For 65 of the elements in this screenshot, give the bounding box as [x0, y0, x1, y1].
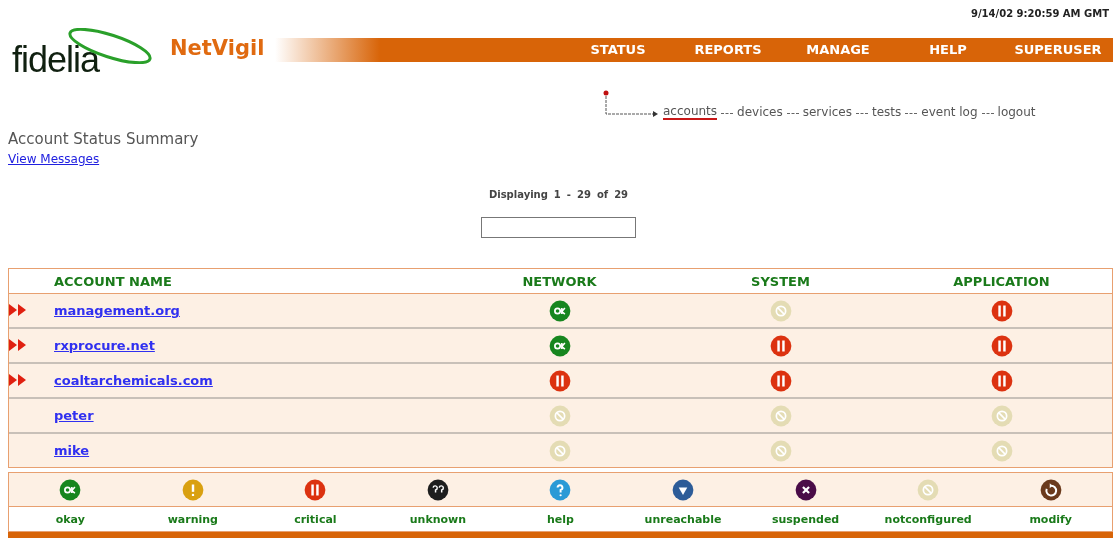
- pagination-to: 29: [577, 189, 591, 200]
- critical-status-icon: [769, 334, 792, 357]
- product-name: NetVigil: [170, 36, 266, 60]
- critical-status-icon: [990, 334, 1013, 357]
- pagination-separator: -: [566, 189, 571, 200]
- warning-status-icon: [181, 478, 204, 501]
- account-link[interactable]: mike: [54, 443, 90, 458]
- help-status-icon: [549, 478, 572, 501]
- nav-menu-item[interactable]: SUPERUSER: [1003, 38, 1113, 62]
- legend-label: suspended: [770, 512, 841, 526]
- view-messages-link[interactable]: View Messages: [8, 152, 100, 166]
- critical-status-icon: [548, 369, 571, 392]
- account-link[interactable]: management.org: [54, 303, 180, 318]
- breadcrumb-link[interactable]: tests: [872, 105, 902, 120]
- notconfigured-status-icon: [769, 439, 792, 462]
- unreachable-status-icon: [672, 478, 695, 501]
- modify-status-icon: [1039, 478, 1062, 501]
- column-header: NETWORK: [521, 273, 598, 289]
- notconfigured-status-icon: [917, 478, 940, 501]
- legend-label: help: [546, 512, 575, 526]
- critical-status-icon: [769, 369, 792, 392]
- pagination-label: Displaying: [488, 189, 548, 200]
- pagination-total: 29: [614, 189, 629, 200]
- okay-status-icon: [548, 334, 571, 357]
- critical-status-icon: [990, 299, 1013, 322]
- logo-wordmark: fidelia: [12, 42, 100, 78]
- breadcrumb-link[interactable]: devices: [737, 105, 783, 120]
- nav-menu-item[interactable]: STATUS: [563, 38, 673, 62]
- legend-label: modify: [1028, 512, 1074, 526]
- notconfigured-status-icon: [548, 404, 571, 427]
- account-link[interactable]: peter: [54, 408, 94, 423]
- notconfigured-status-icon: [990, 439, 1013, 462]
- column-header: ACCOUNT NAME: [54, 273, 173, 289]
- column-header: APPLICATION: [952, 273, 1051, 289]
- breadcrumb-link[interactable]: event log: [921, 105, 978, 120]
- account-link[interactable]: rxprocure.net: [54, 338, 155, 353]
- search-field[interactable]: [481, 217, 636, 238]
- suspended-status-icon: [794, 478, 817, 501]
- legend-label: unreachable: [643, 512, 723, 526]
- datetime: 9/14/02 9:20:59 AM GMT: [971, 8, 1109, 21]
- critical-status-icon: [990, 369, 1013, 392]
- nav-menu-item[interactable]: REPORTS: [673, 38, 783, 62]
- legend-label: warning: [166, 512, 219, 526]
- nav-menu-item[interactable]: MANAGE: [783, 38, 893, 62]
- column-header: SYSTEM: [750, 273, 811, 289]
- breadcrumb-link[interactable]: services: [802, 105, 852, 120]
- pagination-of: of: [596, 189, 609, 200]
- legend-label: notconfigured: [883, 512, 973, 526]
- account-link[interactable]: coaltarchemicals.com: [54, 373, 213, 388]
- notconfigured-status-icon: [769, 299, 792, 322]
- unknown-status-icon: [426, 478, 449, 501]
- page-title: Account Status Summary: [8, 130, 200, 148]
- breadcrumb-link[interactable]: logout: [997, 105, 1036, 120]
- notconfigured-status-icon: [548, 439, 571, 462]
- okay-status-icon: [59, 478, 82, 501]
- pagination-from: 1: [553, 189, 561, 200]
- critical-status-icon: [304, 478, 327, 501]
- breadcrumb-link[interactable]: accounts: [663, 104, 718, 120]
- notconfigured-status-icon: [990, 404, 1013, 427]
- okay-status-icon: [548, 299, 571, 322]
- nav-menu-item[interactable]: HELP: [893, 38, 1003, 62]
- legend-label: critical: [293, 512, 338, 526]
- legend-label: unknown: [408, 512, 468, 526]
- legend-label: okay: [54, 512, 86, 526]
- notconfigured-status-icon: [769, 404, 792, 427]
